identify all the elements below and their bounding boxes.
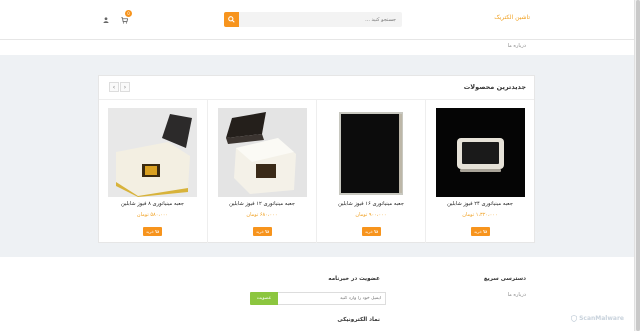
product-price: ۵۸۰،۰۰۰ تومان	[136, 212, 169, 218]
buy-button[interactable]: خرید	[471, 227, 490, 236]
buy-button[interactable]: خرید	[362, 227, 381, 236]
watermark-text: ScanMalware	[579, 315, 624, 322]
page-scrollbar[interactable]	[634, 0, 640, 331]
buy-label: خرید	[256, 229, 264, 234]
breadcrumb-bar: درباره ما	[0, 40, 634, 55]
breadcrumb[interactable]: درباره ما	[508, 43, 526, 49]
cart-button[interactable]: 0	[118, 10, 132, 26]
newsletter-email-input[interactable]	[278, 292, 386, 305]
account-button[interactable]	[100, 14, 112, 26]
watermark: ScanMalware	[571, 315, 624, 322]
product-image[interactable]	[327, 108, 416, 197]
cart-icon	[265, 229, 269, 233]
search-button[interactable]	[224, 12, 239, 27]
newsletter-form: عضویت	[250, 292, 386, 305]
buy-button[interactable]: خرید	[253, 227, 272, 236]
panel-title: جدیدترین محصولات	[463, 83, 526, 91]
buy-label: خرید	[146, 229, 154, 234]
search-input[interactable]	[239, 12, 402, 27]
product-name[interactable]: جعبه مینیاتوری ۱۶ فیوز شابلین	[317, 201, 425, 207]
quick-access-title: دسترسی سریع	[483, 276, 526, 282]
search-bar	[224, 12, 402, 27]
product-card[interactable]: جعبه مینیاتوری ۸ فیوز شابلین ۵۸۰،۰۰۰ توم…	[98, 100, 207, 243]
product-card[interactable]: جعبه مینیاتوری ۲۴ فیوز شابلین ۱،۳۲۰،۰۰۰ …	[425, 100, 534, 243]
footer-link-about[interactable]: درباره ما	[508, 292, 526, 298]
product-price: ۶۸۰،۰۰۰ تومان	[246, 212, 278, 218]
user-icon	[103, 17, 109, 23]
product-name[interactable]: جعبه مینیاتوری ۸ فیوز شابلین	[98, 201, 207, 207]
product-image[interactable]	[436, 108, 525, 197]
site-logo[interactable]: تاشین الکتریک	[494, 14, 530, 21]
carousel-prev-button[interactable]: ‹	[109, 82, 119, 92]
product-price: ۱،۳۲۰،۰۰۰ تومان	[462, 212, 498, 218]
product-image[interactable]	[108, 108, 197, 197]
cart-icon	[483, 229, 487, 233]
shield-icon	[571, 315, 578, 322]
site-footer: دسترسی سریع درباره ما عضویت در خبرنامه ع…	[0, 257, 634, 331]
product-card[interactable]: جعبه مینیاتوری ۱۶ فیوز شابلین ۹۰۰،۰۰۰ تو…	[316, 100, 425, 243]
latest-products-panel: جدیدترین محصولات ‹ › جعبه مینیاتوری ۲۴ ف…	[98, 75, 535, 243]
buy-button[interactable]: خرید	[143, 227, 162, 236]
cart-icon	[155, 229, 159, 233]
scrollbar-thumb[interactable]	[636, 0, 640, 331]
trust-seal-title: نماد الکترونیکی	[337, 317, 380, 323]
product-card[interactable]: جعبه مینیاتوری ۱۲ فیوز شابلین ۶۸۰،۰۰۰ تو…	[207, 100, 316, 243]
subscribe-button[interactable]: عضویت	[250, 292, 278, 305]
product-price: ۹۰۰،۰۰۰ تومان	[355, 212, 387, 218]
carousel-next-button[interactable]: ›	[120, 82, 130, 92]
buy-label: خرید	[365, 229, 373, 234]
search-icon	[228, 16, 235, 23]
cart-icon	[374, 229, 378, 233]
cart-icon	[120, 16, 128, 24]
carousel-arrows: ‹ ›	[109, 82, 130, 92]
buy-label: خرید	[474, 229, 482, 234]
cart-count-badge: 0	[125, 10, 132, 17]
newsletter-title: عضویت در خبرنامه	[328, 276, 380, 282]
logo-alt-text: تاشین الکتریک	[494, 14, 530, 21]
product-image[interactable]	[218, 108, 307, 197]
product-name[interactable]: جعبه مینیاتوری ۲۴ فیوز شابلین	[426, 201, 534, 207]
product-name[interactable]: جعبه مینیاتوری ۱۲ فیوز شابلین	[208, 201, 316, 207]
site-header: تاشین الکتریک 0	[0, 0, 634, 40]
